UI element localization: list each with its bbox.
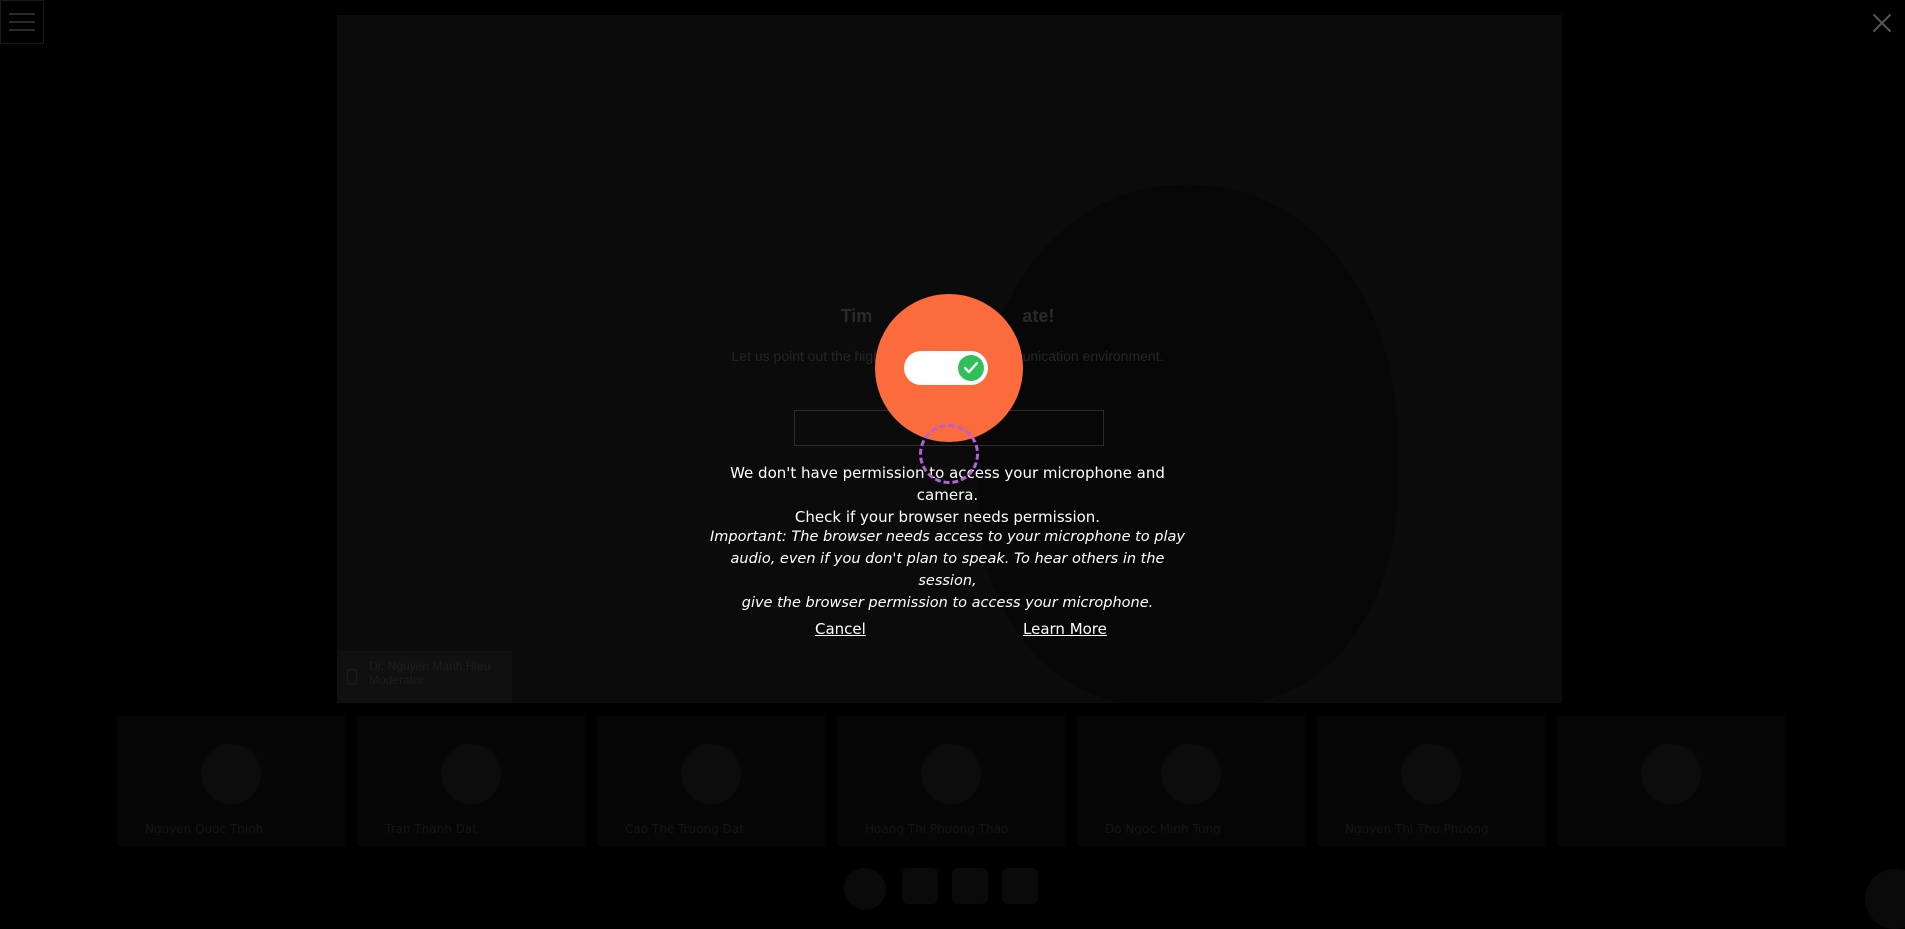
learn-more-link[interactable]: Learn More — [1023, 620, 1107, 638]
avatar — [1161, 744, 1221, 804]
presenter-name: Dr. Nguyen Manh Hieu — [369, 659, 491, 673]
avatar — [1401, 744, 1461, 804]
avatar — [441, 744, 501, 804]
important-note-line1: Important: The browser needs access to y… — [710, 529, 1185, 545]
dialog-title-left: Tim — [840, 306, 873, 326]
chat-button[interactable] — [1865, 869, 1905, 929]
microphone-button[interactable] — [902, 868, 938, 904]
participant-name: Tran Thanh Dat — [385, 822, 477, 836]
participant-name: Do Ngoc Minh Tung — [1105, 822, 1221, 836]
participant-tile[interactable] — [1557, 716, 1785, 846]
participant-tile[interactable]: Cao The Truong Dat — [597, 716, 825, 846]
microphone-icon — [347, 669, 357, 685]
participant-tile[interactable]: Hoang Thi Phuong Thao — [837, 716, 1065, 846]
avatar — [201, 744, 261, 804]
dialog-title-right: ate! — [1022, 306, 1055, 326]
menu-icon-bar — [9, 29, 35, 31]
participant-name: Cao The Truong Dat — [625, 822, 744, 836]
hamburger-menu-button[interactable] — [0, 0, 44, 44]
permission-illustration — [875, 294, 1023, 442]
camera-button[interactable] — [952, 868, 988, 904]
toggle-icon — [904, 351, 988, 385]
avatar — [681, 744, 741, 804]
check-icon — [958, 355, 984, 381]
important-note-line2: audio, even if you don't plan to speak. … — [730, 551, 1165, 589]
dialog-subtitle-left: Let us point out the high — [731, 348, 881, 364]
avatar — [921, 744, 981, 804]
participant-tile[interactable]: Nguyen Thi Thu Phuong — [1317, 716, 1545, 846]
important-note: Important: The browser needs access to y… — [700, 526, 1195, 614]
cancel-link[interactable]: Cancel — [815, 620, 866, 638]
participant-name: Nguyen Thi Thu Phuong — [1345, 822, 1489, 836]
participant-strip: Nguyen Quoc Thinh Tran Thanh Dat Cao The… — [117, 716, 1787, 846]
avatar — [1641, 744, 1701, 804]
presenter-role: Moderator — [369, 673, 424, 687]
close-icon[interactable] — [1869, 10, 1895, 36]
menu-icon-bar — [9, 21, 35, 23]
focus-ring-indicator — [919, 424, 979, 484]
share-button[interactable] — [1002, 868, 1038, 904]
video-name-label: Dr. Nguyen Manh Hieu Moderator — [337, 651, 512, 703]
important-note-line3: give the browser permission to access yo… — [741, 595, 1154, 611]
participant-tile[interactable]: Tran Thanh Dat — [357, 716, 585, 846]
menu-icon-bar — [9, 13, 35, 15]
participant-tile[interactable]: Do Ngoc Minh Tung — [1077, 716, 1305, 846]
my-avatar-button[interactable] — [844, 868, 886, 910]
participant-name: Nguyen Quoc Thinh — [145, 822, 264, 836]
participant-name: Hoang Thi Phuong Thao — [865, 822, 1009, 836]
permission-message-line2: Check if your browser needs permission. — [794, 508, 1101, 526]
dialog-subtitle-right: munication environment. — [1010, 348, 1164, 364]
participant-tile[interactable]: Nguyen Quoc Thinh — [117, 716, 345, 846]
